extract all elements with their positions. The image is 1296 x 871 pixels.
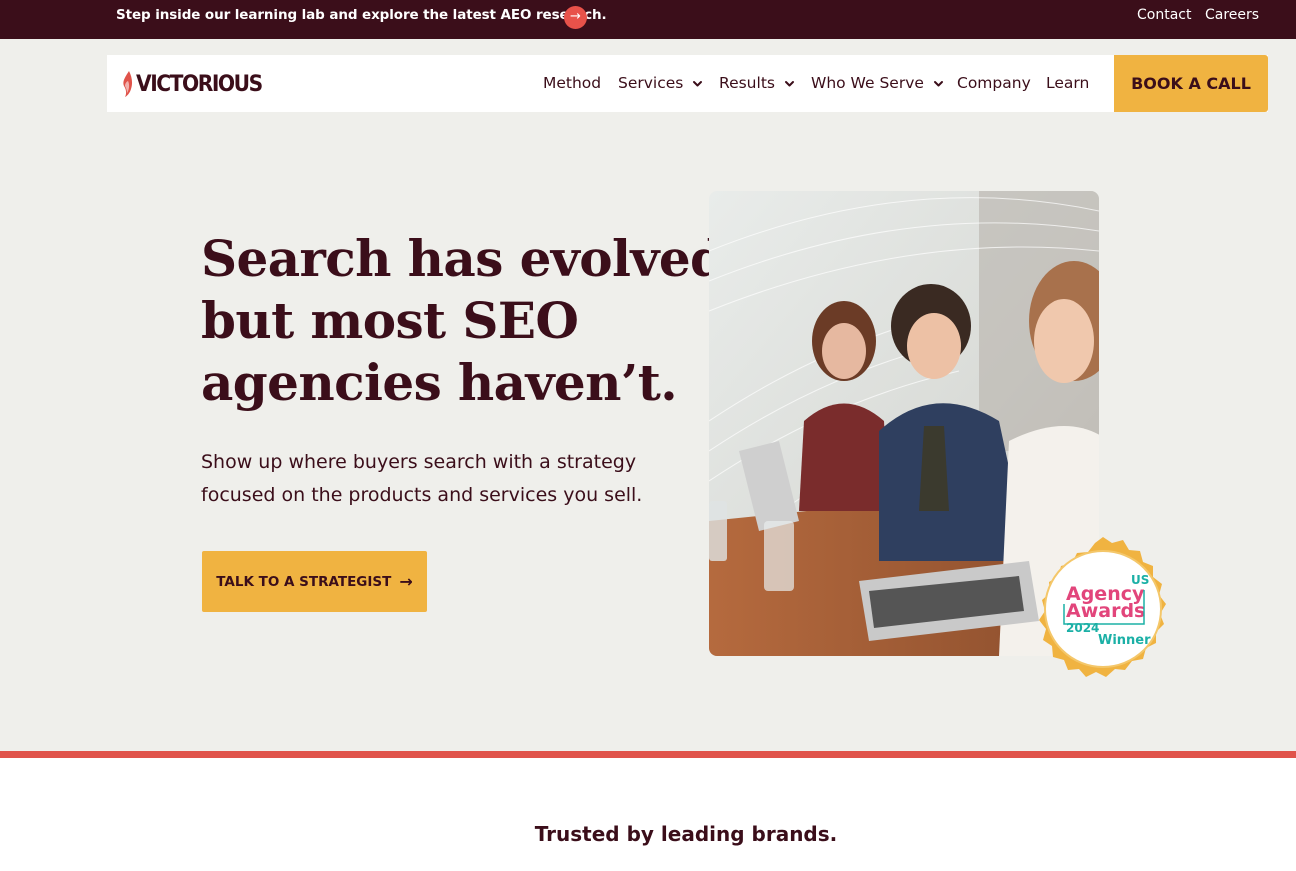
nav-item-label: Method [543, 74, 602, 92]
cta-label: TALK TO A STRATEGIST [216, 573, 392, 590]
nav-item-label: Results [719, 74, 775, 92]
nav-item-label: Learn [1046, 74, 1090, 92]
hero-subtitle: Show up where buyers search with a strat… [201, 446, 661, 512]
nav-item-services[interactable]: Services [618, 74, 703, 92]
nav-item-label: Company [957, 74, 1031, 92]
hero-subtitle-line: Show up where buyers search with a strat… [201, 451, 637, 473]
agency-awards-badge: US Agency Awards 2024 Winner [1039, 537, 1166, 677]
section-divider [0, 751, 1296, 758]
logo-text: VICTORIOUS [136, 71, 263, 97]
arrow-right-icon: → [399, 572, 413, 591]
contact-link[interactable]: Contact [1137, 7, 1191, 23]
arrow-right-icon[interactable]: → [564, 6, 587, 29]
careers-link[interactable]: Careers [1205, 7, 1259, 23]
nav-item-label: Who We Serve [811, 74, 924, 92]
announcement-text[interactable]: Step inside our learning lab and explore… [116, 7, 607, 23]
main-nav: VICTORIOUS Method Services Results Who W… [107, 55, 1268, 112]
hero-title-line: Search has evolved, [201, 229, 742, 288]
hero-title: Search has evolved, but most SEO agencie… [201, 228, 742, 414]
badge-year-text: 2024 [1066, 621, 1099, 635]
trusted-heading: Trusted by leading brands. [534, 822, 838, 846]
hero-title-line: but most SEO [201, 291, 579, 350]
chevron-down-icon [693, 80, 703, 86]
logo[interactable]: VICTORIOUS [123, 70, 273, 98]
nav-item-results[interactable]: Results [719, 74, 795, 92]
book-a-call-button[interactable]: BOOK A CALL [1114, 55, 1268, 112]
announcement-bar: Step inside our learning lab and explore… [0, 0, 1296, 39]
nav-item-company[interactable]: Company [957, 74, 1031, 92]
nav-item-method[interactable]: Method [543, 74, 601, 92]
hero-subtitle-line: focused on the products and services you… [201, 484, 643, 506]
hero-title-line: agencies haven’t. [201, 353, 678, 412]
badge-awards-text: Awards [1066, 600, 1145, 622]
badge-winner-text: Winner [1098, 633, 1151, 648]
chevron-down-icon [784, 80, 794, 86]
brands-section [0, 758, 1296, 871]
flame-icon [123, 71, 133, 97]
nav-item-who-we-serve[interactable]: Who We Serve [811, 74, 944, 92]
nav-item-label: Services [618, 74, 684, 92]
talk-to-strategist-button[interactable]: TALK TO A STRATEGIST → [202, 551, 427, 612]
chevron-down-icon [933, 80, 943, 86]
nav-item-learn[interactable]: Learn [1046, 74, 1089, 92]
